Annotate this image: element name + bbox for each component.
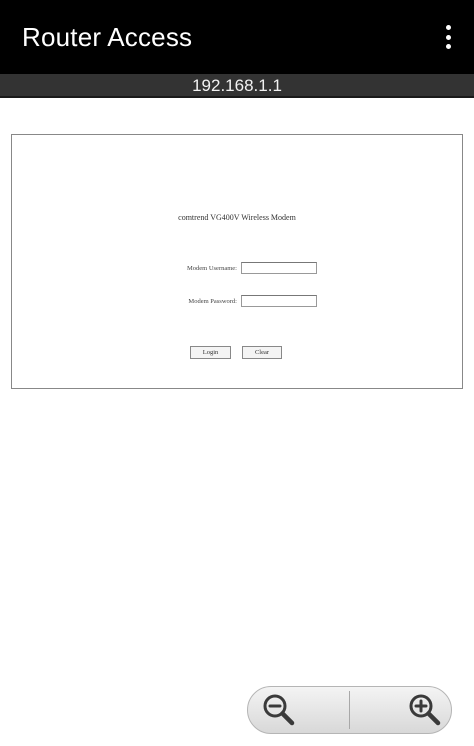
zoom-control — [247, 686, 452, 734]
overflow-dot — [445, 25, 451, 30]
modem-title: comtrend VG400V Wireless Modem — [178, 213, 296, 222]
overflow-dot — [445, 34, 451, 40]
app-bar: Router Access — [0, 0, 474, 74]
address-bar[interactable]: 192.168.1.1 — [0, 74, 474, 98]
login-button-row: Login Clear — [12, 346, 462, 360]
app-title: Router Access — [22, 22, 193, 52]
address-text: 192.168.1.1 — [192, 76, 282, 95]
zoom-out-icon — [263, 694, 295, 726]
password-label: Modem Password: — [188, 298, 237, 305]
zoom-in-icon — [409, 694, 441, 726]
overflow-menu-icon[interactable] — [436, 22, 460, 52]
zoom-out-button[interactable] — [248, 687, 350, 733]
username-input[interactable] — [241, 262, 317, 274]
overflow-dot — [445, 44, 451, 49]
router-login-panel: comtrend VG400V Wireless Modem Modem Use… — [11, 134, 463, 389]
login-button[interactable]: Login — [190, 346, 231, 359]
username-label: Modem Username: — [186, 265, 237, 272]
zoom-in-button[interactable] — [350, 687, 451, 733]
clear-button[interactable]: Clear — [242, 346, 282, 359]
password-input[interactable] — [241, 295, 317, 307]
